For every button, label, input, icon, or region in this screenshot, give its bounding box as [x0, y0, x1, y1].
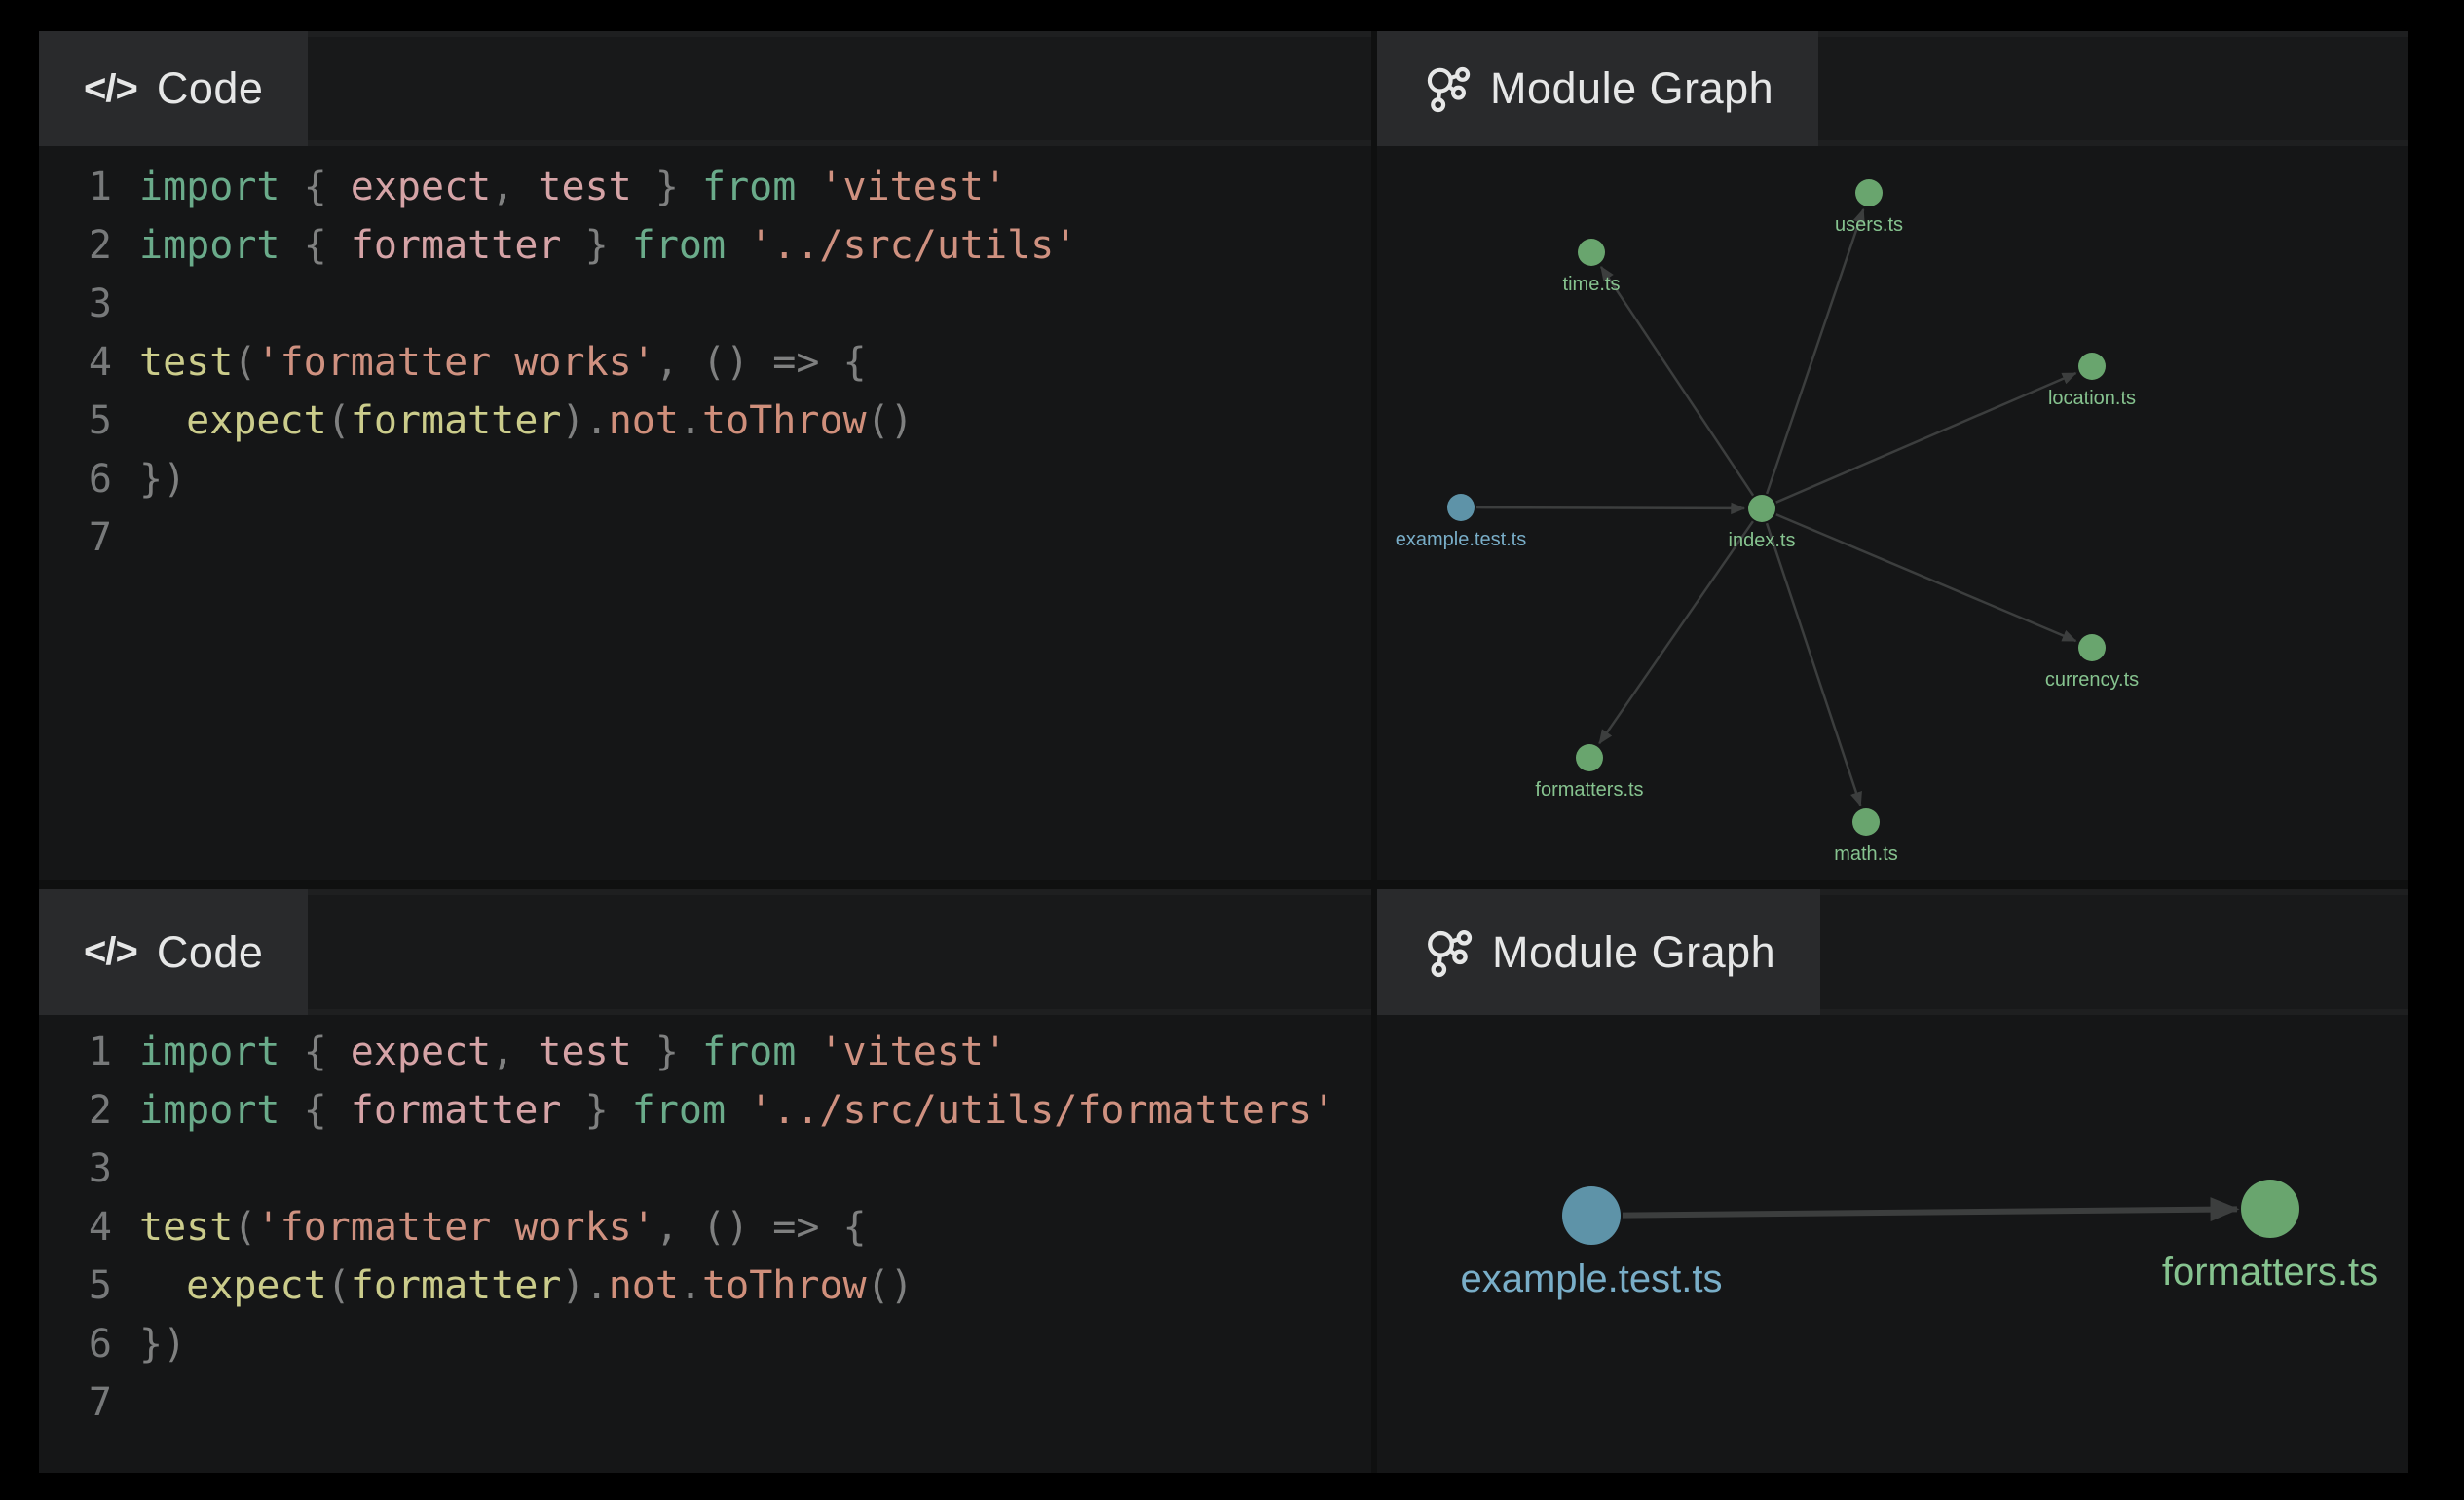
- code-editor-bottom[interactable]: 1import { expect, test } from 'vitest'2i…: [39, 1015, 1371, 1432]
- graph-node-formatters.ts[interactable]: [2241, 1180, 2299, 1238]
- graph-node-label-example.test.ts: example.test.ts: [1396, 529, 1527, 550]
- line-number: 7: [60, 508, 112, 567]
- line-number: 5: [60, 392, 112, 450]
- header-filler: [308, 895, 1371, 1009]
- graph-node-label-math.ts: math.ts: [1834, 844, 1898, 865]
- line-number: 7: [60, 1373, 112, 1432]
- code-editor-top[interactable]: 1import { expect, test } from 'vitest'2i…: [39, 146, 1371, 567]
- header-filler: [1820, 895, 2408, 1009]
- graph-node-label-formatters.ts: formatters.ts: [2162, 1251, 2378, 1294]
- tab-code-label: Code: [157, 63, 264, 114]
- tab-code[interactable]: </> Code: [39, 31, 308, 146]
- graph-node-label-location.ts: location.ts: [2048, 388, 2136, 409]
- line-number: 3: [60, 275, 112, 333]
- graph-edge-index.ts-location.ts: [1776, 373, 2076, 503]
- graph-node-time.ts[interactable]: [1578, 239, 1605, 266]
- graph-edge-index.ts-math.ts: [1767, 523, 1860, 806]
- line-number: 2: [60, 216, 112, 275]
- tab-code-label: Code: [157, 927, 264, 978]
- graph-node-label-users.ts: users.ts: [1835, 214, 1903, 236]
- graph-node-location.ts[interactable]: [2078, 353, 2106, 380]
- graph-edge-index.ts-formatters.ts: [1599, 521, 1753, 743]
- code-line: 2import { formatter } from '../src/utils…: [39, 216, 1371, 275]
- tab-module-graph-label: Module Graph: [1492, 927, 1775, 978]
- panel-code-top: </> Code 1import { expect, test } from '…: [39, 31, 1371, 880]
- panel-module-graph-top-header: Module Graph: [1377, 31, 2408, 146]
- panel-code-bottom-header: </> Code: [39, 889, 1371, 1015]
- tab-module-graph[interactable]: Module Graph: [1377, 889, 1820, 1015]
- graph-node-index.ts[interactable]: [1748, 495, 1775, 522]
- panel-module-graph-bottom: Module Graph example.test.ts formatters.t…: [1377, 889, 2408, 1473]
- line-number: 1: [60, 1023, 112, 1081]
- code-line: 1import { expect, test } from 'vitest': [39, 158, 1371, 216]
- panel-module-graph-top: Module Graph users.ts time.ts location.ts e…: [1377, 31, 2408, 880]
- code-line: 6}): [39, 1315, 1371, 1373]
- module-graph-icon: [1422, 64, 1471, 113]
- graph-node-label-index.ts: index.ts: [1729, 530, 1796, 551]
- line-number: 4: [60, 1198, 112, 1256]
- graph-node-label-currency.ts: currency.ts: [2045, 669, 2139, 691]
- code-line: 2import { formatter } from '../src/utils…: [39, 1081, 1371, 1140]
- header-filler: [308, 37, 1371, 140]
- tab-module-graph[interactable]: Module Graph: [1377, 31, 1818, 146]
- header-filler: [1818, 37, 2408, 140]
- line-number: 4: [60, 333, 112, 392]
- graph-node-example.test.ts[interactable]: [1447, 494, 1475, 521]
- code-line: 7: [39, 508, 1371, 567]
- line-number: 2: [60, 1081, 112, 1140]
- code-line: 5 expect(formatter).not.toThrow(): [39, 392, 1371, 450]
- tab-module-graph-label: Module Graph: [1490, 63, 1773, 114]
- graph-edge-index.ts-currency.ts: [1776, 514, 2076, 641]
- graph-node-math.ts[interactable]: [1852, 808, 1880, 836]
- code-line: 6}): [39, 450, 1371, 508]
- graph-edge-index.ts-time.ts: [1601, 267, 1753, 496]
- graph-edge-example.test.ts-index.ts: [1476, 507, 1744, 508]
- code-icon: </>: [84, 930, 137, 974]
- line-number: 5: [60, 1256, 112, 1315]
- line-number: 1: [60, 158, 112, 216]
- line-number: 6: [60, 1315, 112, 1373]
- module-graph-icon: [1422, 927, 1473, 978]
- panel-code-top-header: </> Code: [39, 31, 1371, 146]
- graph-node-currency.ts[interactable]: [2078, 634, 2106, 661]
- code-line: 3: [39, 1140, 1371, 1198]
- graph-node-formatters.ts[interactable]: [1576, 744, 1603, 771]
- panel-code-bottom: </> Code 1import { expect, test } from '…: [39, 889, 1371, 1473]
- code-line: 1import { expect, test } from 'vitest': [39, 1023, 1371, 1081]
- code-line: 4test('formatter works', () => {: [39, 1198, 1371, 1256]
- graph-edge-index.ts-users.ts: [1767, 209, 1863, 494]
- graph-node-label-example.test.ts: example.test.ts: [1460, 1257, 1722, 1300]
- code-line: 7: [39, 1373, 1371, 1432]
- tab-code[interactable]: </> Code: [39, 889, 308, 1015]
- graph-node-users.ts[interactable]: [1855, 179, 1883, 206]
- code-line: 4test('formatter works', () => {: [39, 333, 1371, 392]
- graph-node-label-formatters.ts: formatters.ts: [1535, 779, 1643, 801]
- code-line: 3: [39, 275, 1371, 333]
- code-line: 5 expect(formatter).not.toThrow(): [39, 1256, 1371, 1315]
- line-number: 3: [60, 1140, 112, 1198]
- graph-edge-example.test.ts-formatters.ts: [1623, 1209, 2237, 1215]
- graph-node-example.test.ts[interactable]: [1562, 1186, 1621, 1245]
- line-number: 6: [60, 450, 112, 508]
- module-graph-canvas-bottom[interactable]: example.test.ts formatters.ts: [1377, 1015, 2408, 1473]
- app-root: </> Code 1import { expect, test } from '…: [0, 0, 2464, 1500]
- code-icon: </>: [84, 67, 137, 111]
- panel-module-graph-bottom-header: Module Graph: [1377, 889, 2408, 1015]
- graph-node-label-time.ts: time.ts: [1563, 274, 1621, 295]
- module-graph-canvas-top[interactable]: users.ts time.ts location.ts example.test.t…: [1377, 146, 2408, 880]
